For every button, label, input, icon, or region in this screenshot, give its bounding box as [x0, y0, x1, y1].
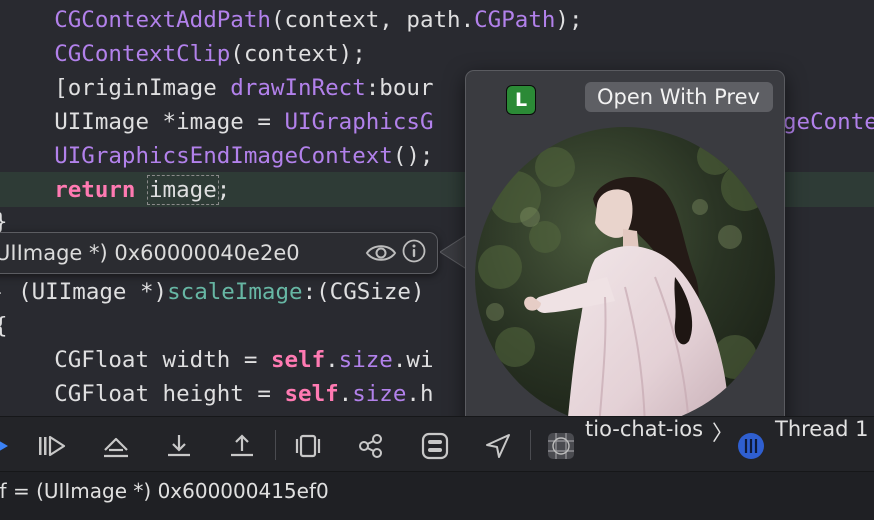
code-text: . — [325, 347, 339, 373]
code-line-1[interactable]: CGContextAddPath(context, path.CGPath); — [0, 3, 583, 37]
code-function: UIGraphicsEndImageContext — [54, 143, 393, 169]
code-text: :(CGSize) — [302, 279, 425, 305]
code-line-9[interactable]: { — [0, 309, 8, 343]
code-line-3[interactable]: [originImage drawInRect:bour — [0, 71, 434, 105]
code-text: UIImage *image = — [54, 109, 285, 135]
breadcrumb-separator: 〉 — [712, 421, 733, 445]
code-line-4[interactable]: UIImage *image = UIGraphicsG — [0, 105, 434, 139]
step-out-icon[interactable] — [227, 431, 257, 461]
code-line-4-tail: geConte — [783, 109, 874, 135]
app-target-icon[interactable] — [546, 431, 576, 461]
code-text: (); — [392, 143, 434, 169]
variable-value-tooltip[interactable]: UIImage *) 0x60000040e2e0 — [0, 232, 438, 274]
continue-icon[interactable] — [0, 431, 16, 461]
toolbar-separator — [275, 430, 276, 460]
code-text: :bour — [365, 75, 434, 101]
code-member: CGPath — [474, 7, 556, 33]
code-text: .wi — [392, 347, 434, 373]
circular-photo-preview — [475, 127, 775, 427]
view-hierarchy-icon[interactable] — [293, 431, 323, 461]
code-line-8[interactable]: - (UIImage *)scaleImage:(CGSize) — [0, 275, 425, 309]
code-text: ); — [555, 7, 583, 33]
code-line-6[interactable]: return image; — [0, 173, 230, 207]
step-over-continue-icon[interactable] — [36, 431, 66, 461]
code-function: CGContextAddPath — [54, 7, 271, 33]
info-icon[interactable] — [402, 239, 426, 263]
code-text: (context, path. — [270, 7, 475, 33]
toolbar-separator — [530, 430, 531, 460]
code-keyword: return — [54, 177, 136, 203]
code-function: CGContextClip — [54, 41, 231, 67]
code-text: { — [0, 313, 8, 339]
step-over-icon[interactable] — [101, 431, 131, 461]
code-method-name: scaleImage — [167, 279, 303, 305]
code-member: size — [338, 347, 393, 373]
variables-view[interactable]: lf = (UIImage *) 0x600000415ef0 — [0, 472, 874, 520]
lldb-badge-icon: L — [506, 85, 536, 115]
code-keyword: self — [284, 381, 339, 407]
code-text: - (UIImage *) — [0, 279, 168, 305]
code-text: CGFloat height = — [54, 381, 285, 407]
code-text: CGFloat width = — [54, 347, 271, 373]
hovered-variable-token[interactable]: image — [147, 175, 219, 205]
code-line-2[interactable]: CGContextClip(context); — [0, 37, 366, 71]
code-line-5[interactable]: UIGraphicsEndImageContext(); — [0, 139, 433, 173]
breadcrumb-target[interactable]: tio-chat-ios — [585, 417, 703, 473]
code-text: . — [338, 381, 353, 407]
code-text: ; — [216, 177, 231, 203]
code-line-10[interactable]: CGFloat width = self.size.wi — [0, 343, 434, 377]
variable-value: UIImage *) 0x60000040e2e0 — [0, 241, 300, 265]
code-member: size — [352, 381, 407, 407]
variable-row[interactable]: lf = (UIImage *) 0x600000415ef0 — [0, 479, 329, 503]
code-function: UIGraphicsG — [284, 109, 434, 135]
code-text: [originImage — [54, 75, 231, 101]
quick-look-popover[interactable]: L Open With Prev — [465, 70, 785, 436]
code-line-11[interactable]: CGFloat height = self.size.h — [0, 377, 434, 411]
thread-icon[interactable] — [737, 432, 765, 460]
tooltip-pointer — [440, 233, 468, 271]
memory-graph-icon[interactable] — [356, 431, 386, 461]
code-function: drawInRect — [230, 75, 366, 101]
breadcrumb-thread[interactable]: Thread 1 — [775, 417, 868, 473]
open-with-preview-button[interactable]: Open With Prev — [585, 82, 773, 112]
environment-overrides-icon[interactable] — [420, 431, 450, 461]
step-into-icon[interactable] — [164, 431, 194, 461]
debug-toolbar: tio-chat-ios 〉 Thread 1 — [0, 416, 874, 472]
code-text: .h — [406, 381, 434, 407]
code-text: (context); — [230, 41, 366, 67]
eye-icon[interactable] — [365, 241, 397, 265]
code-keyword: self — [270, 347, 326, 373]
simulate-location-icon[interactable] — [483, 431, 513, 461]
